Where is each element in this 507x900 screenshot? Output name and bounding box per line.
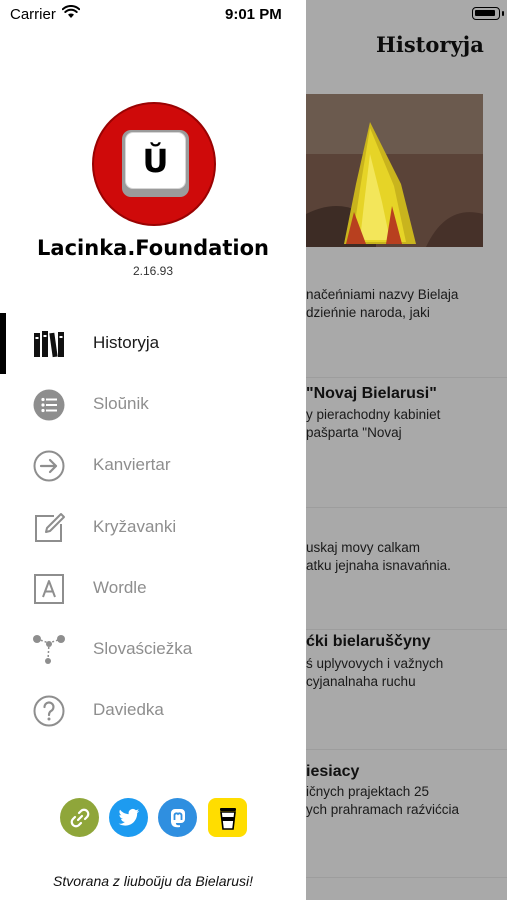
twitter-button[interactable]	[109, 798, 148, 837]
article-image[interactable]	[306, 94, 483, 247]
menu-item-label: Kryžavanki	[93, 516, 177, 536]
books-icon	[32, 327, 66, 361]
menu-item-historyja[interactable]: Historyja	[0, 313, 306, 375]
keycap-icon: Ŭ	[122, 130, 189, 197]
edit-icon	[32, 511, 66, 545]
list-item-line: pašparta "Novaj	[306, 425, 402, 440]
app-version: 2.16.93	[132, 264, 174, 278]
clock: 9:01 PM	[225, 6, 282, 23]
mastodon-icon	[170, 808, 185, 827]
app-logo: Ŭ	[92, 102, 216, 226]
app-name: Lacinka.Foundation	[37, 236, 269, 260]
list-item-title: ćki bielaruščyny	[306, 633, 431, 650]
list-item[interactable]: iesiacy ičnych prajektach 25 ych prahram…	[306, 748, 507, 878]
coffee-cup-icon	[219, 807, 236, 830]
menu-item-label: Slоŭnik	[93, 394, 149, 414]
status-bar: Carrier 9:01 PM	[0, 0, 507, 30]
link-icon	[70, 808, 89, 827]
list-item-line: y pierachodny kabiniet	[306, 407, 441, 422]
arrow-circle-icon	[32, 449, 66, 483]
menu-item-slovasciezka[interactable]: Slovaściežka	[0, 619, 306, 680]
social-links	[60, 798, 250, 838]
menu-item-label: Kanviertar	[93, 455, 171, 475]
list-item[interactable]: načeńniami nazvy Bielaja dzieńnie naroda…	[306, 248, 507, 378]
background-page[interactable]: Historyja načeńniami nazvy Bielaja dzień…	[306, 0, 507, 900]
buymeacoffee-button[interactable]	[208, 798, 247, 837]
menu-item-kanviertar[interactable]: Kanviertar	[0, 435, 306, 496]
battery-icon	[472, 7, 504, 20]
list-item-line: dzieńnie naroda, jaki	[306, 305, 430, 320]
drawer-menu: Historyja Slоŭnik Kanviertar Kryžavanki …	[0, 313, 306, 741]
side-drawer: Ŭ Lacinka.Foundation 2.16.93 Historyja S…	[0, 0, 306, 900]
carrier-label: Carrier	[10, 6, 56, 23]
help-icon	[32, 694, 66, 728]
list-item[interactable]: uskaj movy calkam atku jejnaha isnavańni…	[306, 500, 507, 630]
tagline: Stvorana z liubоŭju da Bielarusi!	[52, 873, 253, 889]
list-item[interactable]: ćki bielaruščyny ś uplyvovych i važnych …	[306, 620, 507, 750]
list-icon	[32, 388, 66, 422]
menu-item-wordle[interactable]: Wordle	[0, 558, 306, 619]
menu-item-daviedka[interactable]: Daviedka	[0, 680, 306, 741]
link-button[interactable]	[60, 798, 99, 837]
list-item-title: "Novaj Bielarusi"	[306, 385, 437, 402]
menu-item-label: Daviedka	[93, 700, 164, 720]
menu-item-slounik[interactable]: Slоŭnik	[0, 374, 306, 435]
letter-a-icon	[32, 572, 66, 606]
list-item-line: uskaj movy calkam	[306, 540, 421, 555]
menu-item-label: Slovaściežka	[93, 638, 193, 658]
twitter-icon	[118, 808, 139, 826]
list-item[interactable]: "Novaj Bielarusi" y pierachodny kabiniet…	[306, 378, 507, 508]
menu-item-label: Historyja	[93, 333, 160, 352]
list-item-title: iesiacy	[306, 763, 360, 780]
list-item-line: ičnych prajektach 25	[306, 784, 430, 799]
list-item-line: ś uplyvovych i važnych	[306, 656, 444, 671]
list-item-line: ych prahramach raźvićcia	[306, 802, 460, 817]
path-icon	[32, 633, 66, 667]
menu-item-label: Wordle	[93, 577, 147, 597]
page-title: Historyja	[376, 32, 484, 57]
wifi-icon	[61, 5, 81, 24]
menu-item-kryzavanki[interactable]: Kryžavanki	[0, 497, 306, 558]
mastodon-button[interactable]	[158, 798, 197, 837]
list-item-line: cyjanalnaha ruchu	[306, 674, 416, 689]
list-item-line: atku jejnaha isnavańnia.	[306, 558, 451, 573]
list-item-line: načeńniami nazvy Bielaja	[306, 287, 459, 302]
logo-letter: Ŭ	[142, 141, 169, 180]
